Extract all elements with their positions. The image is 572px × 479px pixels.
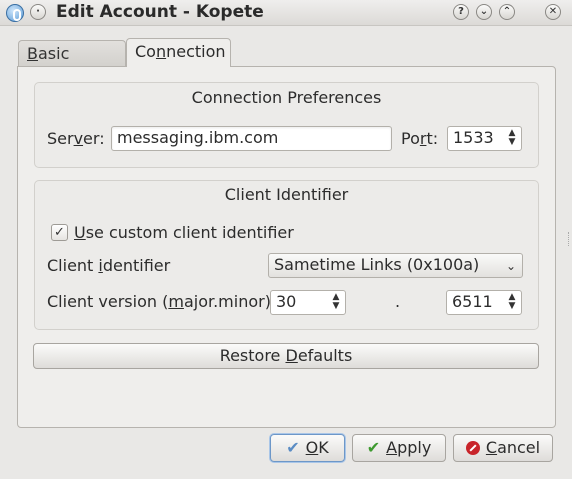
- port-label: Port:: [401, 129, 439, 148]
- spin-arrows-icon[interactable]: ▲ ▼: [507, 129, 517, 148]
- restore-defaults-button[interactable]: Restore Defaults: [33, 343, 539, 369]
- minimize-button[interactable]: ⌄: [476, 4, 492, 20]
- major-version-value: 30: [276, 292, 297, 311]
- tab-basic-setup-mnemonic: B: [27, 44, 38, 63]
- server-label: Server:: [47, 129, 105, 148]
- spin-arrows-icon[interactable]: ▲ ▼: [507, 293, 517, 312]
- connection-preferences-title: Connection Preferences: [191, 88, 382, 107]
- major-version-spinbox[interactable]: 30 ▲ ▼: [270, 290, 346, 315]
- client-identifier-title: Client Identifier: [224, 185, 349, 204]
- client-identifier-select[interactable]: Sametime Links (0x100a) ⌄: [268, 253, 523, 278]
- minor-version-spinbox[interactable]: 6511 ▲ ▼: [446, 290, 522, 315]
- custom-client-id-checkbox[interactable]: ✓: [51, 224, 68, 241]
- tab-connection-label-pre: Co: [135, 42, 156, 61]
- client-version-label: Client version (major.minor): [47, 292, 271, 311]
- custom-client-id-label[interactable]: Use custom client identifier: [74, 223, 294, 242]
- chevron-down-icon: ⌄: [505, 259, 516, 273]
- help-button[interactable]: ?: [453, 4, 469, 20]
- server-input[interactable]: messaging.ibm.com: [111, 126, 392, 151]
- cancel-button[interactable]: Cancel: [453, 434, 553, 462]
- port-value: 1533: [453, 128, 494, 147]
- resize-grip[interactable]: [568, 232, 571, 246]
- window-title: Edit Account - Kopete: [56, 2, 264, 22]
- port-spinbox[interactable]: 1533 ▲ ▼: [447, 126, 522, 151]
- tab-connection-mnemonic: n: [155, 42, 167, 61]
- minor-version-value: 6511: [452, 292, 493, 311]
- window-menu-icon[interactable]: ·: [30, 4, 46, 20]
- kopete-app-icon[interactable]: [6, 4, 24, 22]
- spin-arrows-icon[interactable]: ▲ ▼: [331, 293, 341, 312]
- cancel-icon: [465, 441, 480, 455]
- connection-preferences-group: Connection Preferences: [34, 82, 539, 168]
- client-identifier-label: Client identifier: [47, 256, 171, 275]
- tab-connection[interactable]: Connection: [126, 38, 231, 67]
- title-bar: · Edit Account - Kopete ? ⌄ ⌃ ✕: [0, 0, 572, 26]
- check-icon: ✔: [286, 438, 300, 457]
- tab-connection-label-post: nection: [166, 42, 226, 61]
- apply-check-icon: ✔: [366, 438, 381, 457]
- version-separator: .: [395, 292, 401, 311]
- ok-button[interactable]: ✔ OK: [270, 434, 345, 462]
- client-identifier-value: Sametime Links (0x100a): [274, 255, 480, 274]
- close-button[interactable]: ✕: [545, 4, 561, 20]
- apply-button[interactable]: ✔ Apply: [352, 434, 446, 462]
- tab-basic-setup[interactable]: Basic Setup: [18, 40, 126, 89]
- maximize-button[interactable]: ⌃: [499, 4, 515, 20]
